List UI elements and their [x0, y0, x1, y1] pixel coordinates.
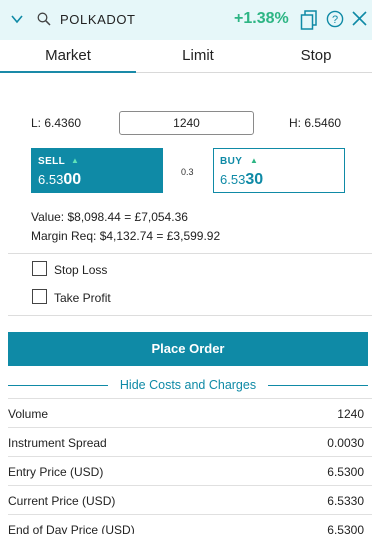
buy-price: 6.5330: [220, 171, 264, 188]
tab-market[interactable]: Market: [0, 40, 136, 73]
buy-label: BUY: [220, 156, 243, 167]
cost-value: 6.5300: [327, 465, 364, 479]
divider: [8, 253, 372, 254]
cost-label: Instrument Spread: [8, 436, 107, 450]
tab-stop[interactable]: Stop: [260, 40, 372, 73]
cost-value: 6.5330: [327, 494, 364, 508]
close-icon[interactable]: [352, 11, 367, 26]
cost-label: Entry Price (USD): [8, 465, 104, 479]
tab-limit[interactable]: Limit: [136, 40, 260, 73]
cost-label: Volume: [8, 407, 49, 421]
cost-row-volume: Volume 1240: [8, 398, 372, 427]
svg-text:?: ?: [332, 14, 338, 26]
cost-row-end-of-day-price: End of Day Price (USD) 6.5300: [8, 514, 372, 534]
chevron-down-icon[interactable]: [11, 13, 23, 25]
divider: [8, 385, 108, 386]
sell-label: SELL: [38, 156, 66, 167]
sell-button[interactable]: SELL ▲ 6.5300: [31, 148, 163, 193]
cost-label: End of Day Price (USD): [8, 523, 135, 534]
instrument-header: POLKADOT +1.38% ?: [0, 0, 372, 40]
cost-row-current-price: Current Price (USD) 6.5330: [8, 485, 372, 514]
cost-label: Current Price (USD): [8, 494, 116, 508]
price-change: +1.38%: [234, 10, 289, 27]
cost-row-spread: Instrument Spread 0.0030: [8, 427, 372, 456]
stop-loss-label[interactable]: Stop Loss: [54, 263, 107, 277]
cost-value: 1240: [337, 407, 364, 421]
cost-value: 0.0030: [327, 436, 364, 450]
order-value: Value: $8,098.44 = £7,054.36: [31, 210, 188, 224]
take-profit-label[interactable]: Take Profit: [54, 291, 111, 305]
take-profit-checkbox[interactable]: [32, 289, 47, 304]
copy-icon[interactable]: [300, 10, 318, 30]
low-price: L: 6.4360: [31, 116, 82, 130]
order-type-tabs: Market Limit Stop: [0, 40, 372, 73]
cost-value: 6.5300: [327, 523, 364, 534]
margin-requirement: Margin Req: $4,132.74 = £3,599.92: [31, 229, 221, 243]
hide-costs-link[interactable]: Hide Costs and Charges: [108, 378, 268, 392]
buy-button[interactable]: BUY ▲ 6.5330: [213, 148, 345, 193]
stop-loss-checkbox[interactable]: [32, 261, 47, 276]
help-icon[interactable]: ?: [326, 10, 344, 28]
divider: [8, 315, 372, 316]
sell-price: 6.5300: [38, 171, 82, 188]
up-arrow-icon: ▲: [250, 156, 258, 165]
search-icon[interactable]: [37, 12, 51, 26]
instrument-name[interactable]: POLKADOT: [60, 12, 136, 27]
up-arrow-icon: ▲: [71, 156, 79, 165]
place-order-button[interactable]: Place Order: [8, 332, 368, 366]
divider: [268, 385, 368, 386]
high-price: H: 6.5460: [289, 116, 342, 130]
spread-value: 0.3: [181, 167, 194, 177]
cost-row-entry-price: Entry Price (USD) 6.5300: [8, 456, 372, 485]
costs-toggle[interactable]: Hide Costs and Charges: [8, 376, 368, 394]
quantity-input[interactable]: 1240: [119, 111, 254, 135]
